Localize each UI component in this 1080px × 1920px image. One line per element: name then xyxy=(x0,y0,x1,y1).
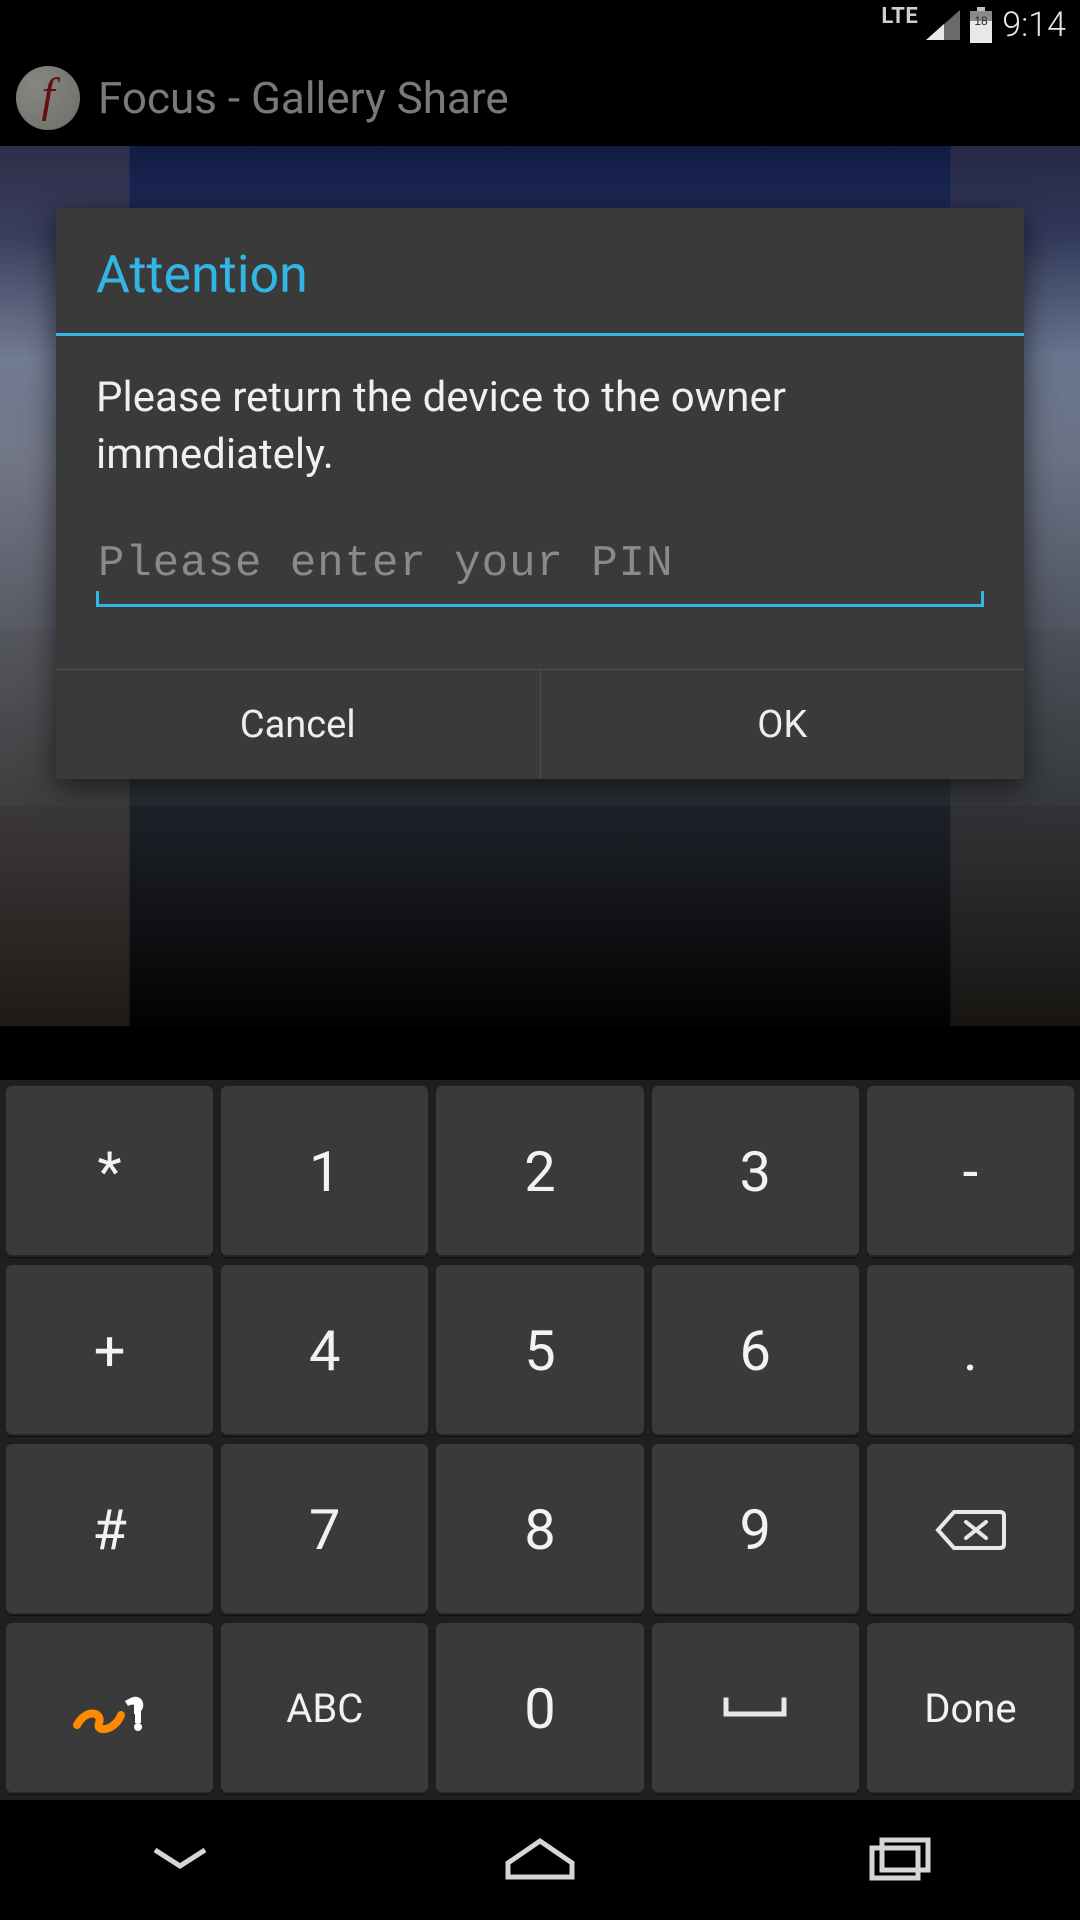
key-8[interactable]: 8 xyxy=(436,1444,643,1615)
key-4[interactable]: 4 xyxy=(221,1265,428,1436)
status-bar: LTE 18 9:14 xyxy=(0,0,1080,50)
home-icon xyxy=(500,1833,580,1887)
key-2[interactable]: 2 xyxy=(436,1086,643,1257)
numeric-keyboard: * 1 2 3 - + 4 5 6 . # 7 8 9 xyxy=(0,1080,1080,1800)
dialog-button-bar: Cancel OK xyxy=(56,669,1024,779)
key-plus[interactable]: + xyxy=(6,1265,213,1436)
app-icon: f xyxy=(16,66,80,130)
ok-button[interactable]: OK xyxy=(540,670,1025,779)
screen: LTE 18 9:14 f Focus - Gallery Share Atte… xyxy=(0,0,1080,1920)
backspace-icon xyxy=(934,1506,1006,1554)
pin-field[interactable] xyxy=(96,535,984,607)
signal-icon xyxy=(926,10,960,40)
pin-underline xyxy=(96,597,984,607)
dialog-message: Please return the device to the owner im… xyxy=(96,370,984,483)
app-title: Focus - Gallery Share xyxy=(98,72,509,124)
battery-icon: 18 xyxy=(968,7,994,43)
pin-input[interactable] xyxy=(96,535,984,599)
key-5[interactable]: 5 xyxy=(436,1265,643,1436)
key-space[interactable] xyxy=(652,1623,859,1794)
swype-icon xyxy=(65,1679,155,1739)
clock-label: 9:14 xyxy=(1002,5,1066,45)
key-swype[interactable] xyxy=(6,1623,213,1794)
space-icon xyxy=(720,1694,790,1724)
app-icon-glyph: f xyxy=(41,72,54,120)
nav-recents-button[interactable] xyxy=(800,1820,1000,1900)
app-bar: f Focus - Gallery Share xyxy=(0,50,1080,146)
key-1[interactable]: 1 xyxy=(221,1086,428,1257)
key-done[interactable]: Done xyxy=(867,1623,1074,1794)
key-0[interactable]: 0 xyxy=(436,1623,643,1794)
cancel-button[interactable]: Cancel xyxy=(56,670,540,779)
key-backspace[interactable] xyxy=(867,1444,1074,1615)
attention-dialog: Attention Please return the device to th… xyxy=(56,208,1024,779)
key-7[interactable]: 7 xyxy=(221,1444,428,1615)
key-hash[interactable]: # xyxy=(6,1444,213,1615)
key-abc[interactable]: ABC xyxy=(221,1623,428,1794)
dialog-body: Please return the device to the owner im… xyxy=(56,336,1024,669)
key-6[interactable]: 6 xyxy=(652,1265,859,1436)
recents-icon xyxy=(864,1834,936,1886)
key-3[interactable]: 3 xyxy=(652,1086,859,1257)
key-period[interactable]: . xyxy=(867,1265,1074,1436)
nav-back-button[interactable] xyxy=(80,1820,280,1900)
dialog-title: Attention xyxy=(56,208,1024,333)
network-type-label: LTE xyxy=(881,4,918,29)
key-dash[interactable]: - xyxy=(867,1086,1074,1257)
nav-home-button[interactable] xyxy=(440,1820,640,1900)
key-9[interactable]: 9 xyxy=(652,1444,859,1615)
chevron-down-icon xyxy=(145,1838,215,1882)
key-asterisk[interactable]: * xyxy=(6,1086,213,1257)
svg-text:18: 18 xyxy=(975,14,989,28)
android-nav-bar xyxy=(0,1800,1080,1920)
